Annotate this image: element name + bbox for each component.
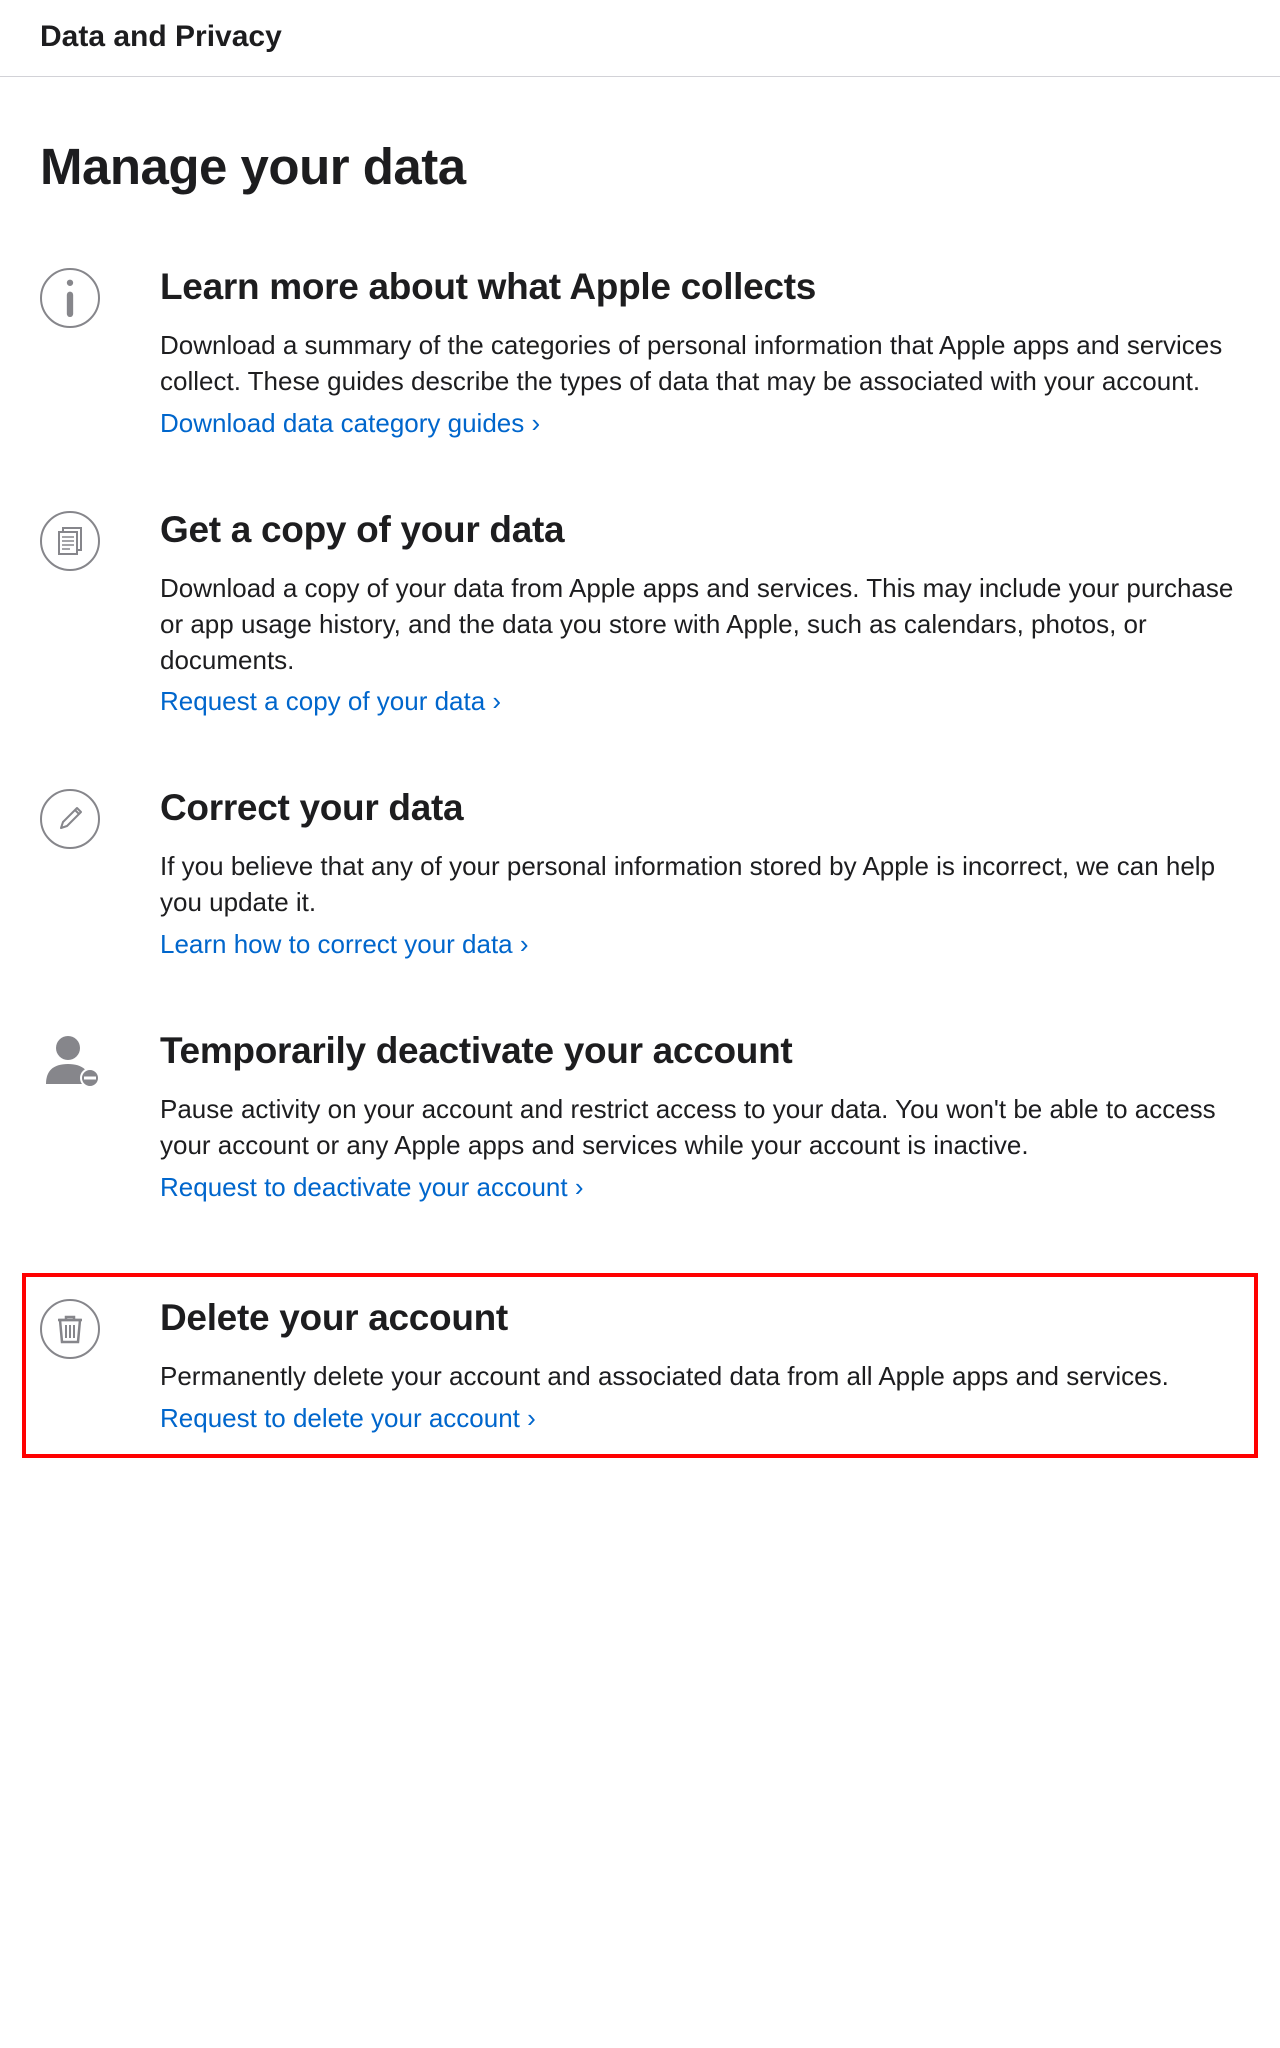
correct-data-link[interactable]: Learn how to correct your data [160, 929, 529, 959]
request-copy-link[interactable]: Request a copy of your data [160, 686, 501, 716]
section-description: Pause activity on your account and restr… [160, 1092, 1240, 1164]
section-description: Permanently delete your account and asso… [160, 1359, 1240, 1395]
section-content: Correct your data If you believe that an… [160, 787, 1240, 960]
section-description: Download a summary of the categories of … [160, 328, 1240, 400]
download-guides-link[interactable]: Download data category guides [160, 408, 540, 438]
icon-wrapper [40, 1297, 160, 1359]
section-get-copy: Get a copy of your data Download a copy … [40, 509, 1240, 718]
document-icon [40, 511, 100, 571]
page-title: Manage your data [40, 137, 1240, 196]
section-title: Correct your data [160, 787, 1240, 829]
section-learn-more: Learn more about what Apple collects Dow… [40, 266, 1240, 439]
trash-icon [40, 1299, 100, 1359]
pencil-icon [40, 789, 100, 849]
section-deactivate: Temporarily deactivate your account Paus… [40, 1030, 1240, 1203]
section-content: Get a copy of your data Download a copy … [160, 509, 1240, 718]
person-pause-icon [40, 1032, 95, 1087]
section-title: Learn more about what Apple collects [160, 266, 1240, 308]
header: Data and Privacy [0, 0, 1280, 77]
section-content: Delete your account Permanently delete y… [160, 1297, 1240, 1434]
section-delete-account: Delete your account Permanently delete y… [22, 1273, 1258, 1458]
section-description: Download a copy of your data from Apple … [160, 571, 1240, 679]
icon-wrapper [40, 1030, 160, 1087]
section-content: Learn more about what Apple collects Dow… [160, 266, 1240, 439]
icon-wrapper [40, 509, 160, 571]
section-content: Temporarily deactivate your account Paus… [160, 1030, 1240, 1203]
section-correct-data: Correct your data If you believe that an… [40, 787, 1240, 960]
section-title: Temporarily deactivate your account [160, 1030, 1240, 1072]
deactivate-account-link[interactable]: Request to deactivate your account [160, 1172, 583, 1202]
icon-wrapper [40, 266, 160, 328]
info-icon [40, 268, 100, 328]
header-title: Data and Privacy [40, 20, 1240, 54]
section-title: Get a copy of your data [160, 509, 1240, 551]
section-title: Delete your account [160, 1297, 1240, 1339]
section-description: If you believe that any of your personal… [160, 849, 1240, 921]
icon-wrapper [40, 787, 160, 849]
main-content: Manage your data Learn more about what A… [0, 77, 1280, 1538]
delete-account-link[interactable]: Request to delete your account [160, 1403, 536, 1433]
